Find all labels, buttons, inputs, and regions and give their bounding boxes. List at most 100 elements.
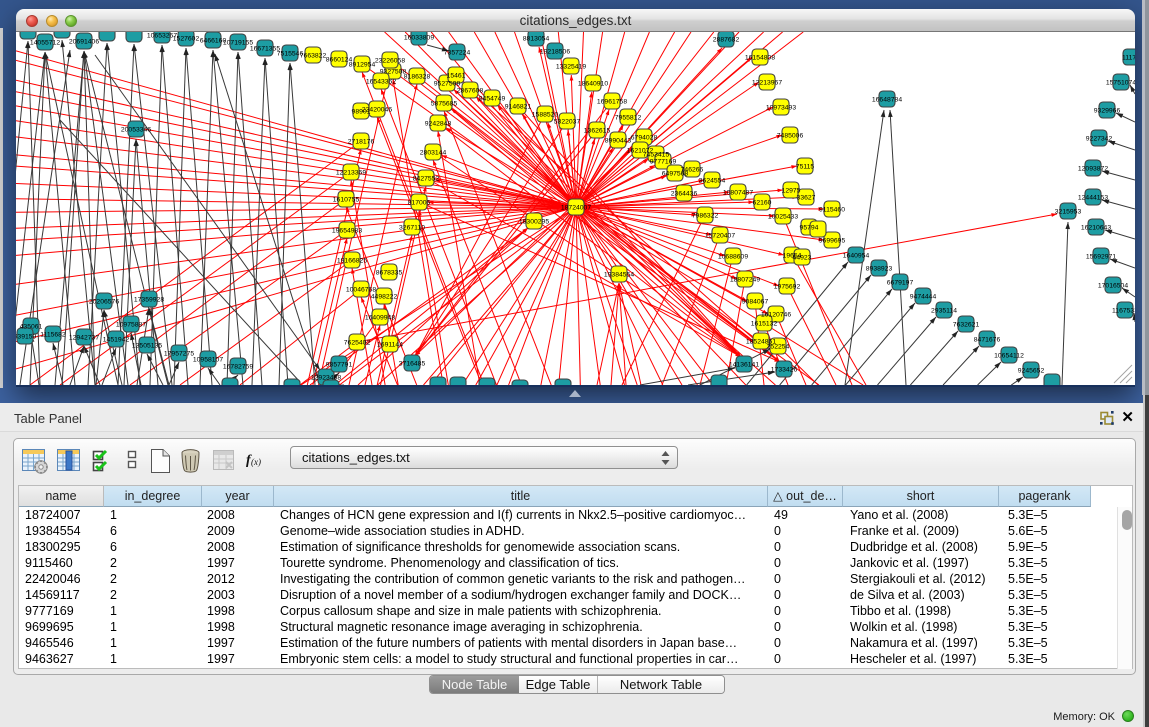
svg-text:8660124: 8660124 [326,57,353,64]
svg-text:8938923: 8938923 [866,266,893,273]
svg-text:817006: 817006 [408,200,431,207]
svg-text:16648784: 16648784 [872,97,902,104]
svg-text:19654983: 19654983 [332,228,362,235]
svg-text:9084067: 9084067 [742,299,769,306]
svg-text:2718176: 2718176 [348,139,375,146]
svg-text:13505135: 13505135 [132,343,162,350]
svg-text:7357224: 7357224 [444,50,471,57]
svg-text:10807487: 10807487 [723,190,753,197]
svg-text:17359928: 17359928 [134,297,164,304]
svg-text:1115682: 1115682 [40,332,66,339]
svg-text:12444153: 12444153 [1078,195,1108,202]
svg-text:44923: 44923 [793,255,812,262]
svg-text:3716485: 3716485 [399,361,426,368]
svg-text:1640954: 1640954 [843,253,870,260]
svg-text:9327508: 9327508 [380,69,407,76]
svg-text:8427552: 8427552 [413,176,440,183]
svg-text:10654112: 10654112 [994,353,1024,360]
svg-text:8813054: 8813054 [523,36,550,43]
svg-text:5322037: 5322037 [554,119,581,126]
svg-text:18300295: 18300295 [519,219,549,226]
svg-text:7453415: 7453415 [643,152,670,159]
svg-text:14055712: 14055712 [30,40,60,47]
svg-text:3624554: 3624554 [699,178,726,185]
svg-text:12923468: 12923468 [311,375,341,382]
svg-text:2867608: 2867608 [457,88,484,95]
svg-text:15720407: 15720407 [705,233,735,240]
svg-text:7485006: 7485006 [777,133,804,140]
svg-text:5875685: 5875685 [431,101,458,108]
svg-text:252254: 252254 [767,344,790,351]
svg-text:(x): (x) [251,457,261,467]
svg-text:1691144: 1691144 [377,342,403,349]
svg-text:8678335: 8678335 [376,270,403,277]
svg-text:20053346: 20053346 [121,127,151,134]
svg-text:8990443: 8990443 [605,138,632,145]
svg-text:19218506: 19218506 [540,49,570,56]
svg-text:9245652: 9245652 [1018,368,1045,375]
svg-text:95794: 95794 [800,225,819,232]
svg-text:19166825: 19166825 [337,258,367,265]
svg-text:9242848: 9242848 [425,121,452,128]
svg-text:9699695: 9699695 [819,238,846,245]
svg-text:15751074: 15751074 [1106,80,1135,87]
svg-text:18724007: 18724007 [561,205,591,212]
svg-text:3267110: 3267110 [399,225,425,232]
svg-text:7955812: 7955812 [615,115,642,122]
svg-text:1615132: 1615132 [751,321,778,328]
svg-text:18807249: 18807249 [730,277,760,284]
svg-text:8186328: 8186328 [404,74,431,81]
svg-text:2803144: 2803144 [420,150,447,157]
svg-text:1610755: 1610755 [333,197,360,204]
svg-text:23226058: 23226058 [375,58,405,65]
svg-text:10719155: 10719155 [223,40,253,47]
svg-text:16961758: 16961758 [597,99,627,106]
svg-text:1733426: 1733426 [771,367,798,374]
svg-text:10046768: 10046768 [346,287,376,294]
svg-text:18640910: 18640910 [578,81,608,88]
svg-text:17016504: 17016504 [1098,283,1128,290]
svg-text:6794028: 6794028 [631,135,658,142]
svg-text:20691406: 20691406 [69,39,99,46]
svg-text:62160: 62160 [753,200,772,207]
svg-text:16210643: 16210643 [1081,225,1111,232]
svg-text:1451942: 1451942 [103,337,130,344]
svg-text:9777169: 9777169 [650,159,677,166]
svg-text:9146821: 9146821 [505,104,532,111]
svg-text:1167533: 1167533 [1112,308,1135,315]
svg-text:8454749: 8454749 [479,96,506,103]
svg-text:10688609: 10688609 [718,254,748,261]
svg-text:7663822: 7663822 [300,53,327,60]
svg-text:1975692: 1975692 [774,284,801,291]
svg-text:33627: 33627 [797,195,816,202]
svg-text:2364436: 2364436 [671,191,698,198]
svg-text:4498222: 4498222 [371,294,398,301]
svg-text:9527508: 9527508 [434,81,461,88]
svg-text:10025433: 10025433 [768,214,798,221]
svg-text:9474444: 9474444 [910,294,937,301]
svg-text:12942737: 12942737 [69,335,99,342]
svg-text:16033809: 16033809 [404,35,434,42]
svg-text:7625402: 7625402 [344,340,371,347]
svg-text:12975: 12975 [782,188,801,195]
svg-text:15692971: 15692971 [1086,254,1116,261]
svg-text:9227342: 9227342 [1086,136,1113,143]
svg-text:98901: 98901 [352,109,371,116]
svg-text:2887682: 2887682 [713,37,740,44]
svg-text:6679197: 6679197 [887,280,914,287]
svg-text:7632621: 7632621 [953,322,980,329]
svg-text:939159: 939159 [16,334,37,341]
svg-text:17957275: 17957275 [164,351,194,358]
svg-text:16120746: 16120746 [761,312,791,319]
svg-text:19384554: 19384554 [604,272,634,279]
svg-text:14136141: 14136141 [729,362,759,369]
svg-text:9329966: 9329966 [1094,108,1121,115]
svg-text:7986322: 7986322 [692,213,719,220]
svg-text:9115460: 9115460 [819,207,845,214]
svg-text:1588520: 1588520 [532,112,559,119]
svg-text:16409948: 16409948 [365,315,395,322]
svg-text:3215953: 3215953 [1055,209,1082,216]
svg-text:746266: 746266 [681,167,704,174]
svg-text:16671355: 16671355 [250,46,280,53]
svg-text:75115: 75115 [796,164,815,171]
